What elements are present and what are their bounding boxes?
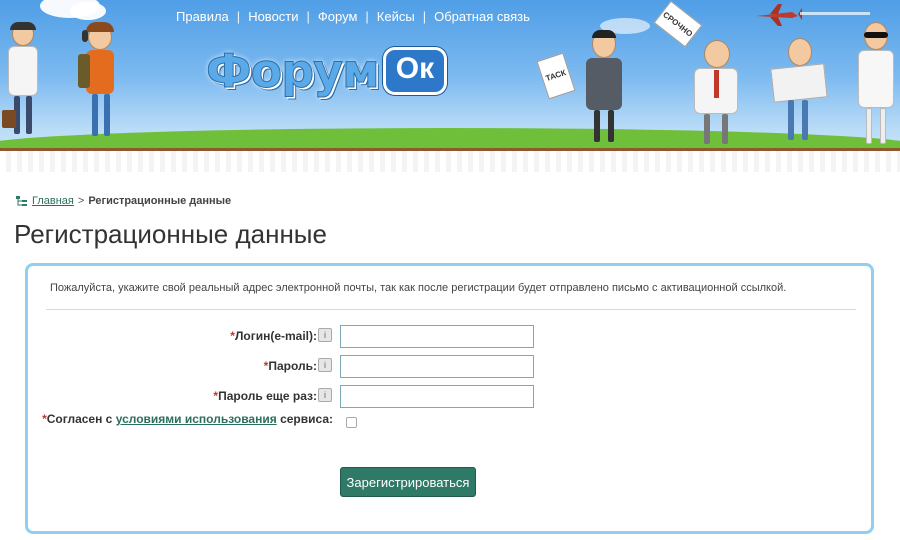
password-repeat-help-icon[interactable]: i	[318, 388, 332, 402]
terms-label: *Согласен с условиями использования серв…	[42, 412, 333, 426]
logo-badge: Ок	[382, 47, 448, 95]
nav-separator: |	[365, 9, 369, 24]
logo-text: Форум	[206, 44, 381, 99]
password-repeat-label: *Пароль еще раз:	[213, 389, 317, 403]
sign-task: ТАСК	[536, 52, 576, 100]
email-notice: Пожалуйста, укажите свой реальный адрес …	[50, 282, 787, 294]
registration-form: Пожалуйста, укажите свой реальный адрес …	[25, 263, 874, 534]
top-nav: Правила | Новости | Форум | Кейсы | Обра…	[170, 9, 536, 24]
password-repeat-input[interactable]	[340, 385, 534, 408]
nav-link-forum[interactable]: Форум	[312, 9, 364, 24]
register-button[interactable]: Зарегистрироваться	[340, 467, 476, 497]
breadcrumb-current: Регистрационные данные	[88, 195, 232, 207]
login-row: *Логин(e-mail): i	[28, 325, 877, 349]
nav-separator: |	[422, 9, 427, 24]
nav-separator: |	[236, 9, 241, 24]
breadcrumb-separator: >	[77, 195, 85, 207]
cartoon-character-businessman	[578, 30, 630, 150]
terms-link[interactable]: условиями использования	[116, 412, 277, 426]
cartoon-character-reader	[768, 38, 828, 146]
cartoon-character-student	[76, 22, 122, 146]
breadcrumb-home-link[interactable]: Главная	[32, 195, 74, 207]
nav-link-feedback[interactable]: Обратная связь	[428, 9, 536, 24]
sitemap-icon	[16, 196, 27, 206]
ground-strip	[0, 148, 900, 172]
breadcrumb: Главная > Регистрационные данные	[16, 195, 231, 207]
site-logo[interactable]: Форум Ок	[206, 44, 448, 99]
password-help-icon[interactable]: i	[318, 358, 332, 372]
page-title: Регистрационные данные	[14, 219, 327, 249]
nav-link-cases[interactable]: Кейсы	[371, 9, 421, 24]
nav-link-news[interactable]: Новости	[242, 9, 304, 24]
terms-checkbox[interactable]	[346, 417, 357, 428]
cartoon-character-agent	[852, 22, 900, 150]
login-input[interactable]	[340, 325, 534, 348]
cartoon-character-scientist	[2, 22, 42, 142]
plane-trail	[800, 12, 870, 15]
site-header: Правила | Новости | Форум | Кейсы | Обра…	[0, 0, 900, 172]
password-label: *Пароль:	[263, 359, 317, 373]
cloud-decoration	[70, 2, 106, 20]
nav-separator: |	[306, 9, 310, 24]
password-input[interactable]	[340, 355, 534, 378]
password-row: *Пароль: i	[28, 355, 877, 379]
nav-link-rules[interactable]: Правила	[170, 9, 235, 24]
plane-icon	[756, 4, 802, 26]
login-help-icon[interactable]: i	[318, 328, 332, 342]
form-divider	[46, 309, 856, 310]
password-repeat-row: *Пароль еще раз: i	[28, 385, 877, 409]
cartoon-character-manager	[684, 40, 748, 150]
login-label: *Логин(e-mail):	[230, 329, 317, 343]
